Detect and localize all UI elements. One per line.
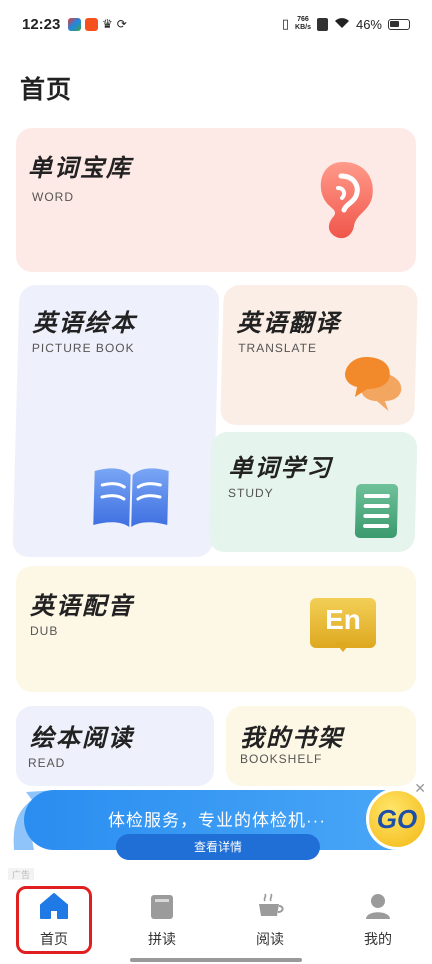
- crown-icon: ♛: [102, 17, 113, 31]
- card-title: 单词宝库: [28, 155, 132, 182]
- cup-icon: [259, 893, 284, 916]
- card-translate[interactable]: 英语翻译 TRANSLATE: [220, 285, 418, 425]
- nav-label: 拼读: [148, 931, 176, 947]
- card-subtitle: PICTURE BOOK: [31, 341, 135, 355]
- ad-text: 体检服务，专业的体检机···: [108, 811, 326, 830]
- chat-bubbles-icon: [345, 357, 402, 411]
- battery-percent: 46%: [355, 16, 382, 32]
- card-title: 英语绘本: [32, 310, 137, 337]
- card-word[interactable]: 单词宝库 WORD: [16, 128, 416, 272]
- card-subtitle: STUDY: [227, 486, 274, 500]
- card-bookshelf[interactable]: 我的书架 BOOKSHELF: [226, 706, 416, 786]
- ad-detail-button[interactable]: 查看详情: [116, 834, 320, 860]
- card-title: 我的书架: [240, 725, 344, 752]
- user-icon: [366, 894, 390, 919]
- card-subtitle: BOOKSHELF: [240, 752, 323, 766]
- card-title: 英语配音: [30, 593, 134, 620]
- card-subtitle: READ: [28, 756, 66, 770]
- card-subtitle: DUB: [30, 624, 59, 638]
- status-time: 12:23: [22, 16, 61, 33]
- en-badge-text: En: [325, 604, 361, 635]
- app-notification-icon: [68, 18, 81, 31]
- en-badge-icon: En: [310, 598, 376, 654]
- battery-icon: [388, 18, 410, 30]
- home-icon: [40, 893, 68, 919]
- nav-item-home[interactable]: 首页: [19, 892, 89, 949]
- nav-label: 阅读: [256, 931, 284, 947]
- card-title: 单词学习: [228, 455, 333, 482]
- card-subtitle: TRANSLATE: [238, 341, 318, 355]
- home-indicator: [130, 958, 302, 962]
- card-study[interactable]: 单词学习 STUDY: [208, 432, 418, 552]
- nav-label: 我的: [364, 931, 392, 947]
- status-right: ▯ 766 KB/s 46%: [282, 16, 410, 32]
- book-icon: [151, 895, 173, 919]
- card-read[interactable]: 绘本阅读 READ: [16, 706, 214, 786]
- nav-item-spelling[interactable]: 拼读: [127, 892, 197, 949]
- card-title: 英语翻译: [236, 310, 342, 337]
- wifi-icon: [334, 17, 350, 32]
- vibrate-icon: ▯: [281, 16, 290, 31]
- sync-icon: ⟳: [116, 17, 127, 31]
- bottom-nav: 首页 拼读 阅读 我的: [0, 880, 432, 964]
- ad-banner[interactable]: 体检服务，专业的体检机··· 查看详情 GO ✕ 广告: [8, 780, 432, 881]
- status-bar: 12:23 ♛ ⟳ ▯ 766 KB/s 46%: [0, 0, 432, 52]
- page-title: 首页: [20, 76, 73, 104]
- card-picture-book[interactable]: 英语绘本 PICTURE BOOK: [12, 285, 220, 557]
- ear-icon: [320, 162, 373, 239]
- open-book-icon: [93, 468, 169, 527]
- app-notification-icon: [85, 18, 98, 31]
- close-icon[interactable]: ✕: [414, 780, 426, 797]
- status-app-icons: ♛ ⟳: [68, 18, 127, 31]
- net-speed-unit: KB/s: [295, 24, 311, 31]
- nav-item-mine[interactable]: 我的: [343, 892, 413, 949]
- net-speed: 766 KB/s: [295, 16, 311, 32]
- card-dub[interactable]: 英语配音 DUB En: [16, 566, 416, 692]
- nav-item-reading[interactable]: 阅读: [235, 892, 305, 949]
- card-subtitle: WORD: [32, 190, 74, 204]
- net-speed-value: 766: [297, 16, 309, 23]
- card-title: 绘本阅读: [30, 725, 134, 752]
- ad-go-button[interactable]: GO: [366, 788, 428, 850]
- notebook-icon: [354, 484, 399, 538]
- nav-label: 首页: [40, 931, 68, 947]
- sim-icon: [316, 17, 328, 31]
